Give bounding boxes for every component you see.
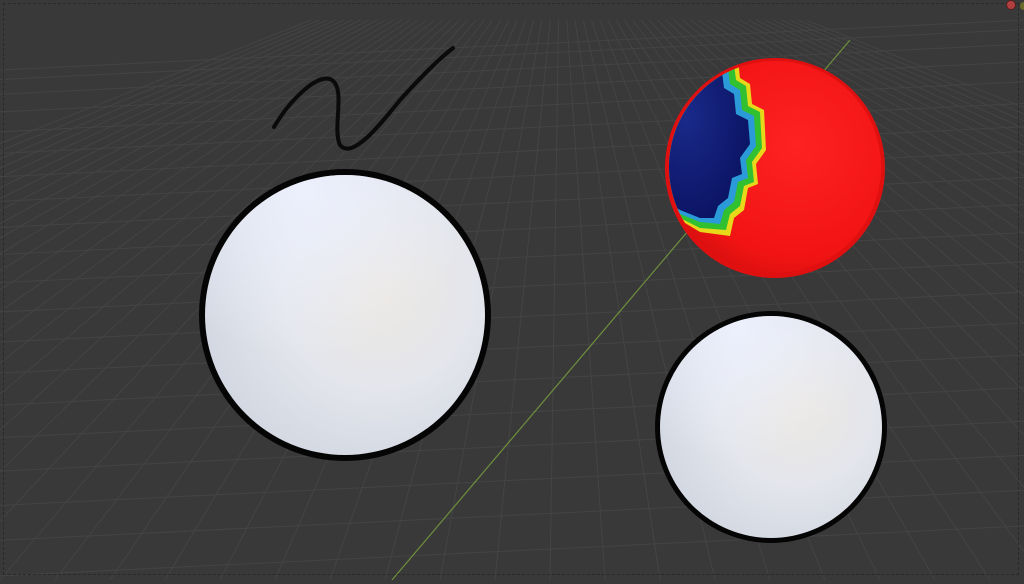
grid-line [495,20,550,580]
grid-line [0,323,1024,373]
sphere-weight-paint[interactable] [660,58,885,278]
3d-viewport[interactable] [0,0,1024,580]
grid-line [567,20,605,580]
status-indicator-icon [1020,2,1024,10]
grid-line [0,233,1024,283]
grid-line [0,526,1024,576]
grid-line [0,262,1024,312]
grid-line [575,20,660,580]
viewport-canvas[interactable] [0,0,1024,580]
grid-line [0,20,1024,70]
sphere-small[interactable] [655,311,887,543]
grid-line [550,20,559,580]
sphere-large[interactable] [199,169,491,461]
grease-pencil-stroke[interactable] [274,48,453,149]
record-indicator-icon[interactable] [1006,0,1016,10]
floor-grid [0,20,1024,580]
